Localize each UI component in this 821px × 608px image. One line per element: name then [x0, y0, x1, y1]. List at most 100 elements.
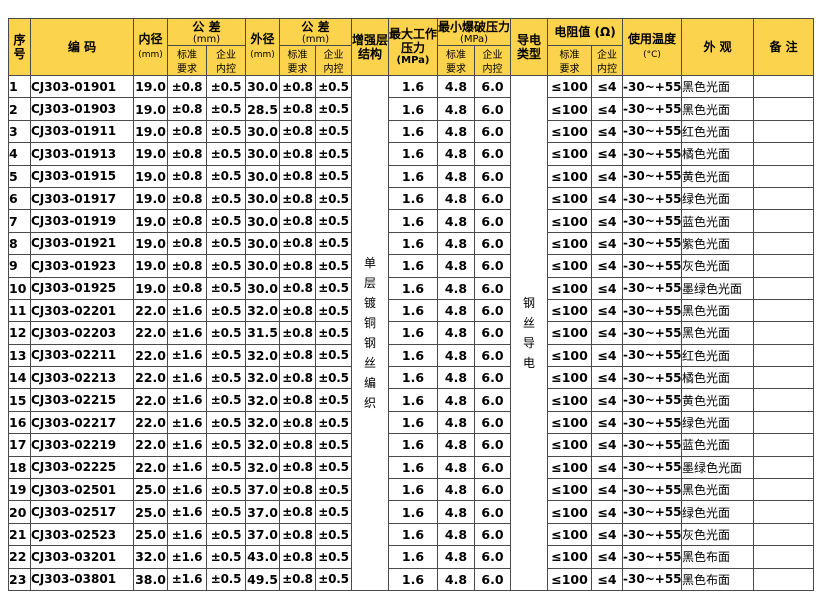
cell-seq: 1: [8, 74, 31, 99]
cell-note: [753, 433, 815, 457]
cell-inner-dia: 19.0: [133, 254, 168, 278]
cell-seq: 2: [8, 97, 31, 121]
cell-tol1-std: ±0.8: [167, 119, 207, 144]
cell-seq: 7: [8, 209, 31, 233]
cell-tol2-ent: ±0.5: [315, 545, 352, 569]
cell-resist-std: ≤100: [547, 209, 593, 233]
cell-note: [753, 343, 815, 368]
header-wp-2: 压力: [400, 41, 425, 55]
cell-work-pressure: 1.6: [388, 366, 438, 390]
cell-seq: 10: [8, 276, 31, 300]
cell-tol2-std: ±0.8: [279, 119, 316, 144]
cell-look: 绿色光面: [681, 186, 755, 211]
cell-work-pressure: 1.6: [388, 522, 438, 547]
cell-temp: -30~+55: [622, 164, 683, 188]
cap-burst-ent-1: 企业: [482, 49, 503, 61]
cell-tol1-std: ±1.6: [167, 321, 207, 345]
cell-conduct-type: 钢丝导电: [510, 75, 549, 591]
cell-burst-std: 4.8: [437, 410, 475, 435]
cell-code: CJ303-01911: [30, 119, 134, 144]
cell-resist-ent: ≤4: [591, 522, 624, 547]
cell-temp: -30~+55: [622, 142, 683, 166]
cell-seq: 6: [8, 186, 31, 211]
cap-burst-ent-2: 内控: [482, 63, 503, 75]
table-row: 11 CJ303-02201 22.0 ±1.6 ±0.5 32.0 ±0.8 ±0.5 1.6…: [8, 298, 815, 323]
table-row: 2 CJ303-01903 19.0 ±0.8 ±0.5 28.5 ±0.8 ±0.5 1.6 4…: [8, 97, 815, 121]
cell-tol1-std: ±1.6: [167, 298, 207, 323]
cell-work-pressure: 1.6: [388, 478, 438, 502]
cell-seq: 13: [8, 343, 31, 368]
cell-look: 绿色光面: [681, 500, 755, 524]
cell-resist-ent: ≤4: [591, 276, 624, 300]
cell-burst-ent: 6.0: [473, 186, 512, 211]
cell-note: [753, 142, 815, 166]
cell-look: 灰色光面: [681, 254, 755, 278]
cell-resist-std: ≤100: [547, 276, 593, 300]
cell-tol1-ent: ±0.5: [206, 209, 246, 233]
cell-tol1-std: ±0.8: [167, 231, 207, 256]
cell-look: 红色光面: [681, 119, 755, 144]
cell-resist-std: ≤100: [547, 74, 593, 99]
cell-work-pressure: 1.6: [388, 321, 438, 345]
cell-tol1-ent: ±0.5: [206, 254, 246, 278]
cell-burst-std: 4.8: [437, 522, 475, 547]
cell-resist-ent: ≤4: [591, 433, 624, 457]
cell-look: 黑色光面: [681, 97, 755, 121]
cell-resist-std: ≤100: [547, 522, 593, 547]
cell-burst-ent: 6.0: [473, 321, 512, 345]
cell-tol1-std: ±0.8: [167, 74, 207, 99]
cell-burst-std: 4.8: [437, 74, 475, 99]
cell-work-pressure: 1.6: [388, 343, 438, 368]
cell-burst-ent: 6.0: [473, 343, 512, 368]
header-seq-1: 序: [13, 33, 26, 47]
table-row: 1 CJ303-01901 19.0 ±0.8 ±0.5 30.0 ±0.8 ±0.5 单层镀铜…: [8, 74, 815, 591]
cell-work-pressure: 1.6: [388, 276, 438, 300]
cell-tol2-ent: ±0.5: [315, 522, 352, 547]
cell-tol2-std: ±0.8: [279, 567, 316, 591]
header-seq: 序 号: [8, 18, 31, 76]
cell-burst-std: 4.8: [437, 478, 475, 502]
header-reinf-1: 增强层: [352, 33, 389, 47]
header-tol1-ent: 企业 内控: [206, 45, 246, 76]
cell-work-pressure: 1.6: [388, 231, 438, 256]
cap-burst-std-1: 标准: [446, 49, 466, 61]
cell-tol1-std: ±1.6: [167, 455, 207, 480]
cell-seq: 19: [8, 478, 31, 502]
cell-inner-dia: 22.0: [133, 321, 168, 345]
cell-tol1-std: ±1.6: [167, 500, 207, 524]
cell-tol1-ent: ±0.5: [206, 500, 246, 524]
cell-tol2-ent: ±0.5: [315, 455, 352, 480]
cell-note: [753, 366, 815, 390]
cell-burst-ent: 6.0: [473, 433, 512, 457]
table-body: 1 CJ303-01901 19.0 ±0.8 ±0.5 30.0 ±0.8 ±0.5 单层镀铜…: [8, 74, 815, 591]
cell-tol1-ent: ±0.5: [206, 455, 246, 480]
cell-burst-std: 4.8: [437, 209, 475, 233]
cell-tol1-std: ±1.6: [167, 567, 207, 591]
cell-work-pressure: 1.6: [388, 433, 438, 457]
cell-burst-std: 4.8: [437, 254, 475, 278]
cell-burst-ent: 6.0: [473, 231, 512, 256]
cell-burst-ent: 6.0: [473, 388, 512, 412]
header-tol1-std: 标准 要求: [167, 45, 207, 76]
cell-burst-ent: 6.0: [473, 142, 512, 166]
cell-tol1-std: ±1.6: [167, 478, 207, 502]
cell-resist-ent: ≤4: [591, 231, 624, 256]
cell-resist-ent: ≤4: [591, 186, 624, 211]
cell-burst-ent: 6.0: [473, 522, 512, 547]
cell-resist-std: ≤100: [547, 186, 593, 211]
cell-tol2-std: ±0.8: [279, 366, 316, 390]
cell-burst-std: 4.8: [437, 545, 475, 569]
table-row: 13 CJ303-02211 22.0 ±1.6 ±0.5 32.0 ±0.8 ±0.5 1.6…: [8, 343, 815, 368]
cell-burst-std: 4.8: [437, 119, 475, 144]
cell-tol1-ent: ±0.5: [206, 388, 246, 412]
cell-temp: -30~+55: [622, 500, 683, 524]
cell-resist-std: ≤100: [547, 254, 593, 278]
cell-seq: 18: [8, 455, 31, 480]
cell-resist-ent: ≤4: [591, 388, 624, 412]
cell-inner-dia: 19.0: [133, 119, 168, 144]
table-row: 23 CJ303-03801 38.0 ±1.6 ±0.5 49.5 ±0.8 ±0.5 1.6…: [8, 567, 815, 591]
cell-work-pressure: 1.6: [388, 209, 438, 233]
cell-work-pressure: 1.6: [388, 97, 438, 121]
merged-char: 编: [363, 375, 376, 390]
cell-resist-ent: ≤4: [591, 119, 624, 144]
